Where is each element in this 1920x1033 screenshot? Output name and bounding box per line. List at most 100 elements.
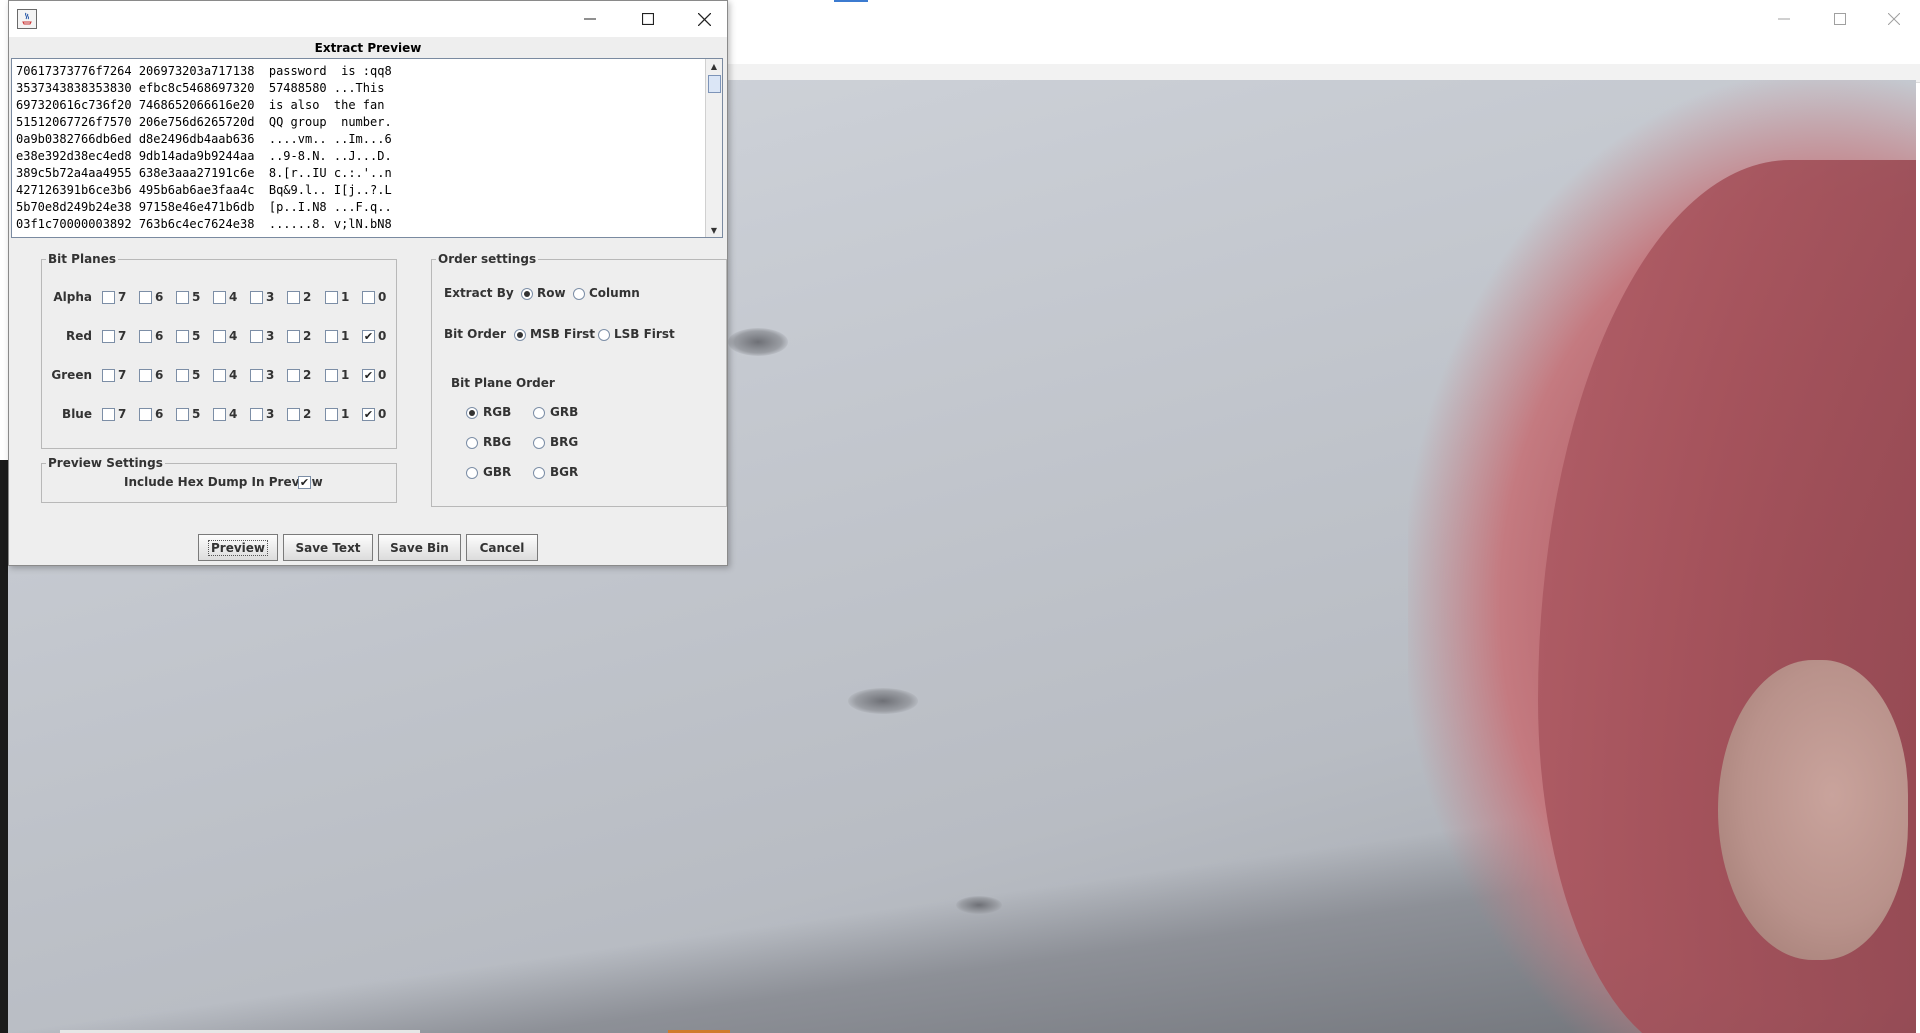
bit-checkbox-alpha-7[interactable] xyxy=(102,291,115,304)
bit-checkbox-blue-4[interactable] xyxy=(213,408,226,421)
cancel-button[interactable]: Cancel xyxy=(466,534,538,561)
save-text-button[interactable]: Save Text xyxy=(283,534,373,561)
bit-plane-order-radio-grb[interactable] xyxy=(533,407,545,419)
preview-settings-group: Preview Settings Include Hex Dump In Pre… xyxy=(41,456,397,503)
bit-checkbox-red-1[interactable] xyxy=(325,330,338,343)
channel-label-alpha: Alpha xyxy=(53,290,92,304)
ceiling-spot xyxy=(848,688,918,714)
bit-checkbox-blue-5[interactable] xyxy=(176,408,189,421)
image-viewer-titlebar xyxy=(728,0,1920,64)
scroll-thumb[interactable] xyxy=(708,75,721,93)
msb-first-radio[interactable] xyxy=(514,329,526,341)
save-bin-button[interactable]: Save Bin xyxy=(378,534,461,561)
bit-label: 2 xyxy=(303,329,312,343)
bit-plane-order-label-bgr: BGR xyxy=(550,465,579,479)
save-bin-button-label: Save Bin xyxy=(390,540,449,555)
bit-plane-order-label-gbr: GBR xyxy=(483,465,512,479)
bit-plane-order-radio-gbr[interactable] xyxy=(466,467,478,479)
extract-by-row-label: Row xyxy=(537,286,566,300)
hex-preview-textarea[interactable]: 70617373776f7264 206973203a717138 passwo… xyxy=(11,58,723,238)
extract-by-column-radio[interactable] xyxy=(573,288,585,300)
bit-label: 5 xyxy=(192,290,201,304)
lsb-first-radio[interactable] xyxy=(598,329,610,341)
java-app-icon xyxy=(17,9,37,29)
bit-checkbox-alpha-1[interactable] xyxy=(325,291,338,304)
bit-label: 0 xyxy=(378,407,387,421)
hex-line: 03f1c70000003892 763b6c4ec7624e38 ......… xyxy=(16,217,392,231)
bit-checkbox-green-6[interactable] xyxy=(139,369,152,382)
bit-checkbox-blue-1[interactable] xyxy=(325,408,338,421)
minimize-icon[interactable] xyxy=(1756,0,1812,38)
bit-checkbox-alpha-6[interactable] xyxy=(139,291,152,304)
bit-checkbox-blue-3[interactable] xyxy=(250,408,263,421)
ear-region xyxy=(1718,660,1908,960)
lsb-first-label: LSB First xyxy=(614,327,675,341)
hex-line: 427126391b6ce3b6 495b6ab6ae3faa4c Bq&9.l… xyxy=(16,183,392,197)
bit-checkbox-alpha-5[interactable] xyxy=(176,291,189,304)
bit-plane-order-radio-brg[interactable] xyxy=(533,437,545,449)
bit-checkbox-green-0[interactable]: ✔ xyxy=(362,369,375,382)
minimize-icon[interactable] xyxy=(561,1,619,37)
extract-by-row-radio[interactable] xyxy=(521,288,533,300)
scroll-down-icon[interactable]: ▼ xyxy=(706,223,722,237)
bit-checkbox-green-5[interactable] xyxy=(176,369,189,382)
close-icon[interactable] xyxy=(675,1,733,37)
bit-checkbox-red-4[interactable] xyxy=(213,330,226,343)
bit-checkbox-red-6[interactable] xyxy=(139,330,152,343)
bit-label: 2 xyxy=(303,407,312,421)
bit-plane-order-label: Bit Plane Order xyxy=(451,376,555,390)
bit-checkbox-alpha-0[interactable] xyxy=(362,291,375,304)
bit-checkbox-red-5[interactable] xyxy=(176,330,189,343)
taskbar-accent xyxy=(834,0,868,2)
cancel-button-label: Cancel xyxy=(479,540,525,555)
bit-checkbox-red-7[interactable] xyxy=(102,330,115,343)
bit-checkbox-green-1[interactable] xyxy=(325,369,338,382)
bit-checkbox-blue-0[interactable]: ✔ xyxy=(362,408,375,421)
bit-plane-order-radio-bgr[interactable] xyxy=(533,467,545,479)
bit-label: 4 xyxy=(229,407,238,421)
scroll-up-icon[interactable]: ▲ xyxy=(706,59,722,73)
hex-line: 0a9b0382766db6ed d8e2496db4aab636 ....vm… xyxy=(16,132,392,146)
bit-checkbox-red-3[interactable] xyxy=(250,330,263,343)
bit-label: 6 xyxy=(155,407,164,421)
preview-title: Extract Preview xyxy=(314,41,422,55)
ceiling-spot xyxy=(728,328,788,356)
bit-plane-order-radio-rgb[interactable] xyxy=(466,407,478,419)
dialog-titlebar xyxy=(9,1,727,37)
bit-label: 6 xyxy=(155,368,164,382)
bit-plane-order-radio-rbg[interactable] xyxy=(466,437,478,449)
bit-label: 1 xyxy=(341,407,350,421)
maximize-icon[interactable] xyxy=(619,1,677,37)
bit-checkbox-red-2[interactable] xyxy=(287,330,300,343)
bit-label: 6 xyxy=(155,290,164,304)
bit-checkbox-green-4[interactable] xyxy=(213,369,226,382)
vertical-scrollbar[interactable]: ▲ ▼ xyxy=(705,59,722,237)
bit-checkbox-blue-7[interactable] xyxy=(102,408,115,421)
hex-dump-checkbox[interactable]: ✔ xyxy=(298,476,311,489)
bit-checkbox-green-3[interactable] xyxy=(250,369,263,382)
bit-label: 4 xyxy=(229,290,238,304)
bit-checkbox-alpha-4[interactable] xyxy=(213,291,226,304)
bit-checkbox-blue-6[interactable] xyxy=(139,408,152,421)
maximize-icon[interactable] xyxy=(1812,0,1868,38)
close-icon[interactable] xyxy=(1866,0,1920,38)
bit-plane-order-label-grb: GRB xyxy=(550,405,579,419)
bit-checkbox-green-7[interactable] xyxy=(102,369,115,382)
hex-line: 51512067726f7570 206e756d6265720d QQ gro… xyxy=(16,115,392,129)
bit-label: 7 xyxy=(118,329,127,343)
bit-label: 7 xyxy=(118,290,127,304)
bit-checkbox-green-2[interactable] xyxy=(287,369,300,382)
preview-button[interactable]: Preview xyxy=(198,534,278,561)
bit-checkbox-blue-2[interactable] xyxy=(287,408,300,421)
bit-checkbox-alpha-2[interactable] xyxy=(287,291,300,304)
bit-checkbox-alpha-3[interactable] xyxy=(250,291,263,304)
preview-button-label: Preview xyxy=(207,539,269,556)
bit-plane-order-label-brg: BRG xyxy=(550,435,579,449)
bit-label: 4 xyxy=(229,368,238,382)
hex-line: 697320616c736f20 7468652066616e20 is als… xyxy=(16,98,385,112)
hex-dump-label: Include Hex Dump In Preview xyxy=(124,475,323,489)
bit-checkbox-red-0[interactable]: ✔ xyxy=(362,330,375,343)
hex-line: e38e392d38ec4ed8 9db14ada9b9244aa ..9-8.… xyxy=(16,149,392,163)
extract-by-column-label: Column xyxy=(589,286,640,300)
bit-label: 4 xyxy=(229,329,238,343)
